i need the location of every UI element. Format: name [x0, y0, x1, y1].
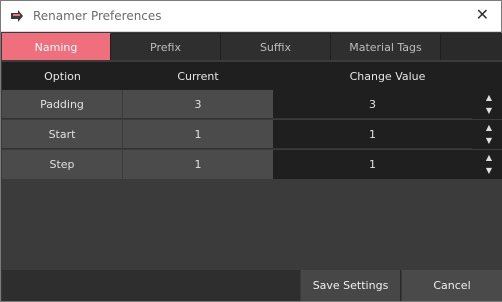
spinner: ▲ ▼	[472, 90, 502, 119]
spin-down-icon[interactable]: ▼	[485, 106, 493, 116]
tab-bar-filler	[441, 33, 502, 60]
spinner: ▲ ▼	[472, 120, 502, 149]
option-cell: Padding	[2, 90, 123, 119]
tab-naming[interactable]: Naming	[2, 33, 111, 60]
spin-up-icon[interactable]: ▲	[485, 123, 493, 133]
tab-label: Suffix	[259, 40, 292, 54]
footer-spacer	[2, 270, 300, 301]
option-cell: Start	[2, 120, 123, 149]
renamer-arrow-icon	[9, 8, 25, 24]
header-current: Current	[177, 69, 219, 83]
header-change-value: Change Value	[349, 69, 426, 83]
cancel-button[interactable]: Cancel	[402, 270, 502, 301]
current-cell: 3	[123, 90, 273, 119]
change-value-input[interactable]: 1	[273, 150, 472, 179]
change-value-input[interactable]: 1	[273, 120, 472, 149]
preferences-window: Renamer Preferences ✕ Naming Prefix Suff…	[0, 0, 502, 302]
table-row: Padding 3 3 ▲ ▼	[2, 90, 502, 119]
current-cell: 1	[123, 150, 273, 179]
table-row: Start 1 1 ▲ ▼	[2, 120, 502, 149]
spin-down-icon[interactable]: ▼	[485, 166, 493, 176]
spin-up-icon[interactable]: ▲	[485, 153, 493, 163]
tab-label: Prefix	[150, 40, 181, 54]
tab-label: Material Tags	[349, 40, 422, 54]
tab-material-tags[interactable]: Material Tags	[331, 33, 441, 60]
tab-label: Naming	[34, 40, 78, 54]
window-title: Renamer Preferences	[33, 9, 162, 23]
close-icon[interactable]: ✕	[476, 7, 489, 23]
spinner: ▲ ▼	[472, 150, 502, 179]
header-option: Option	[44, 69, 81, 83]
change-value-input[interactable]: 3	[273, 90, 472, 119]
tab-bar: Naming Prefix Suffix Material Tags	[2, 33, 502, 60]
spin-up-icon[interactable]: ▲	[485, 93, 493, 103]
title-bar: Renamer Preferences ✕	[1, 1, 501, 32]
current-cell: 1	[123, 120, 273, 149]
option-cell: Step	[2, 150, 123, 179]
table-header: Option Current Change Value	[2, 62, 502, 90]
spin-down-icon[interactable]: ▼	[485, 136, 493, 146]
save-settings-button[interactable]: Save Settings	[301, 270, 401, 301]
tab-prefix[interactable]: Prefix	[111, 33, 221, 60]
table-row: Step 1 1 ▲ ▼	[2, 150, 502, 179]
tab-suffix[interactable]: Suffix	[221, 33, 331, 60]
options-table: Option Current Change Value Padding 3 3 …	[2, 60, 502, 270]
